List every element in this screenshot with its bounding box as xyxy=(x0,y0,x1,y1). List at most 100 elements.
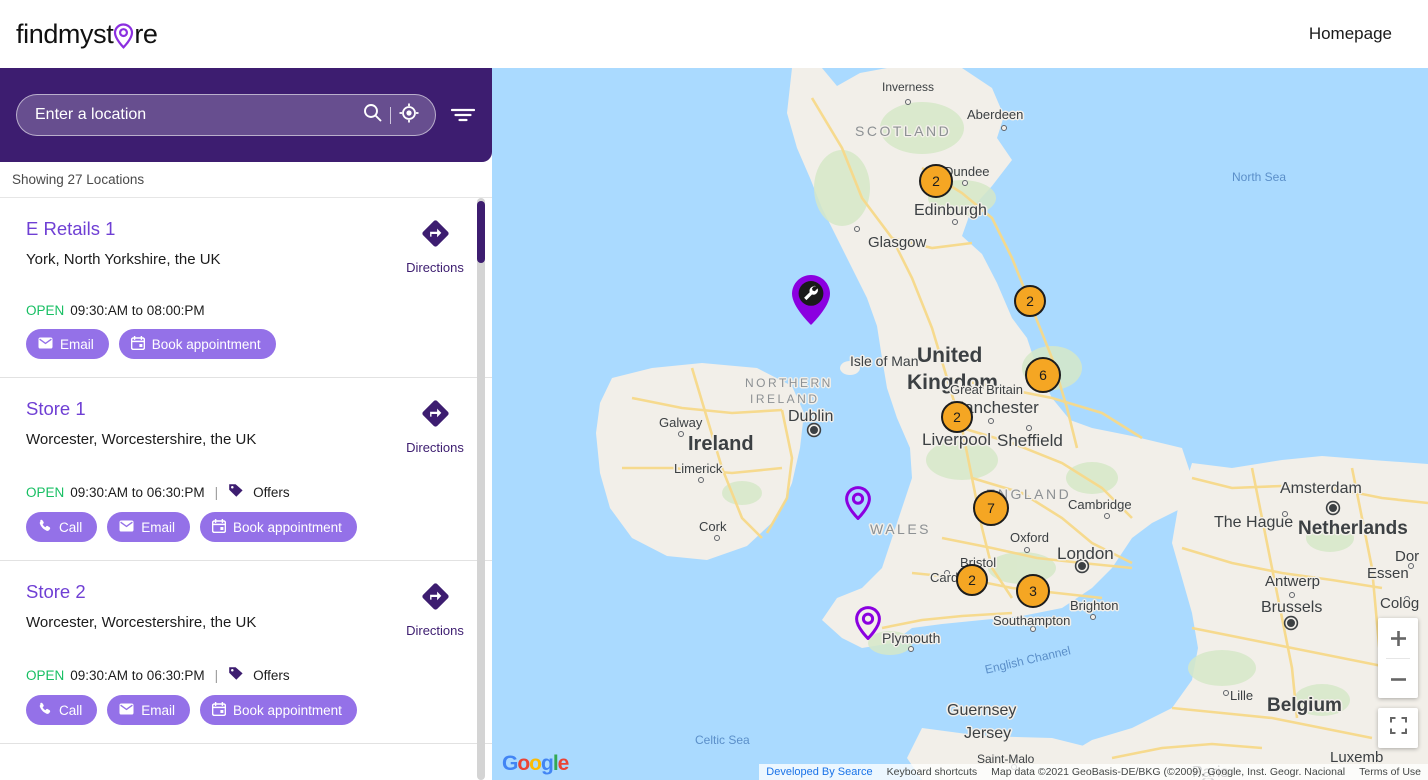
search-icon[interactable] xyxy=(363,103,382,127)
store-status-row: OPEN 09:30:AM to 06:30:PM | Offers xyxy=(26,483,480,501)
book-appointment-button[interactable]: Book appointment xyxy=(200,512,357,542)
store-pin[interactable] xyxy=(855,606,881,645)
map-label: Great Britain xyxy=(950,382,1023,397)
map-cluster-marker[interactable]: 3 xyxy=(1016,574,1050,608)
directions-button[interactable]: Directions xyxy=(390,398,480,455)
directions-button[interactable]: Directions xyxy=(390,581,480,638)
map-label: Brussels xyxy=(1261,599,1322,617)
map-label: Ireland xyxy=(688,433,754,456)
map-cluster-marker[interactable]: 2 xyxy=(956,564,988,596)
store-header: Store 2 Worcester, Worcestershire, the U… xyxy=(26,581,480,638)
store-name[interactable]: Store 1 xyxy=(26,398,256,420)
map-label: NORTHERN xyxy=(745,376,833,390)
email-icon xyxy=(119,520,134,535)
terms-of-use-link[interactable]: Terms of Use xyxy=(1352,764,1428,780)
email-button[interactable]: Email xyxy=(107,695,190,725)
keyboard-shortcuts-link[interactable]: Keyboard shortcuts xyxy=(880,764,984,780)
logo-text-right: re xyxy=(134,19,157,50)
call-button[interactable]: Call xyxy=(26,695,97,725)
map-label: Essen xyxy=(1367,565,1409,582)
directions-button[interactable]: Directions xyxy=(390,218,480,275)
current-location-icon[interactable] xyxy=(399,103,419,128)
store-hours: 09:30:AM to 08:00:PM xyxy=(70,303,204,318)
selected-store-pin[interactable] xyxy=(790,274,832,331)
map-label: London xyxy=(1057,544,1114,564)
map-city-dot xyxy=(905,99,911,105)
directions-label: Directions xyxy=(406,440,464,455)
store-name[interactable]: E Retails 1 xyxy=(26,218,221,240)
map-label: IRELAND xyxy=(750,392,820,406)
map-label: Guernsey xyxy=(947,702,1016,720)
zoom-controls xyxy=(1378,618,1418,698)
homepage-link[interactable]: Homepage xyxy=(1309,24,1392,44)
map-label: Lille xyxy=(1230,688,1253,703)
search-field[interactable] xyxy=(16,94,436,136)
status-badge: OPEN xyxy=(26,303,64,318)
map-cluster-marker[interactable]: 2 xyxy=(919,164,953,198)
map-city-dot xyxy=(908,646,914,652)
map-label: Isle of Man xyxy=(850,353,918,369)
directions-label: Directions xyxy=(406,260,464,275)
store-status-row: OPEN 09:30:AM to 08:00:PM xyxy=(26,303,480,318)
app-header: findmystre Homepage xyxy=(0,0,1428,68)
email-icon xyxy=(119,703,134,718)
map-label: Dublin xyxy=(788,408,833,426)
zoom-in-button[interactable] xyxy=(1378,618,1418,658)
sidebar-scrollbar-thumb[interactable] xyxy=(477,201,485,263)
sidebar-scrollbar[interactable] xyxy=(477,198,485,780)
map-cluster-marker[interactable]: 7 xyxy=(973,490,1009,526)
calendar-icon xyxy=(212,519,226,536)
store-list-item[interactable]: Store 1 Worcester, Worcestershire, the U… xyxy=(0,378,492,561)
filter-icon[interactable] xyxy=(450,102,476,128)
call-button[interactable]: Call xyxy=(26,512,97,542)
results-sidebar: Showing 27 Locations E Retails 1 York, N… xyxy=(0,68,492,780)
app-logo[interactable]: findmystre xyxy=(16,19,158,50)
map-label: Card xyxy=(930,570,958,585)
email-button[interactable]: Email xyxy=(107,512,190,542)
directions-diamond-icon xyxy=(422,583,449,615)
map-label: Southampton xyxy=(993,613,1070,628)
fullscreen-button[interactable] xyxy=(1378,708,1418,748)
map-canvas[interactable]: InvernessAberdeenSCOTLANDDundeeEdinburgh… xyxy=(492,68,1428,780)
store-info: Store 1 Worcester, Worcestershire, the U… xyxy=(26,398,256,448)
map-cluster-marker[interactable]: 2 xyxy=(941,401,973,433)
map-label: Oxford xyxy=(1010,530,1049,545)
button-label: Call xyxy=(59,520,82,535)
store-list-item[interactable]: Store 2 Worcester, Worcestershire, the U… xyxy=(0,561,492,744)
search-input[interactable] xyxy=(35,106,363,124)
status-badge: OPEN xyxy=(26,668,64,683)
store-name[interactable]: Store 2 xyxy=(26,581,256,603)
store-list[interactable]: E Retails 1 York, North Yorkshire, the U… xyxy=(0,198,492,780)
status-badge: OPEN xyxy=(26,485,64,500)
store-status-row: OPEN 09:30:AM to 06:30:PM | Offers xyxy=(26,666,480,684)
tag-icon xyxy=(228,483,244,501)
store-actions: Call Email Book appointment xyxy=(26,695,480,725)
map-city-dot xyxy=(678,431,684,437)
book-appointment-button[interactable]: Book appointment xyxy=(200,695,357,725)
zoom-out-button[interactable] xyxy=(1378,659,1418,699)
map-label: Limerick xyxy=(674,461,722,476)
map-label: Sheffield xyxy=(997,431,1063,451)
map-capital-dot xyxy=(1329,504,1337,512)
map-label: WALES xyxy=(870,521,931,537)
email-button[interactable]: Email xyxy=(26,329,109,359)
map-city-dot xyxy=(1223,690,1229,696)
button-label: Book appointment xyxy=(152,337,261,352)
offers-tag[interactable]: Offers xyxy=(228,483,290,501)
store-info: Store 2 Worcester, Worcestershire, the U… xyxy=(26,581,256,631)
map-city-dot xyxy=(854,226,860,232)
map-label: Dor xyxy=(1395,548,1419,565)
phone-icon xyxy=(38,702,52,719)
map-label: Netherlands xyxy=(1298,518,1408,540)
store-pin[interactable] xyxy=(845,486,871,525)
offers-tag[interactable]: Offers xyxy=(228,666,290,684)
map-cluster-marker[interactable]: 6 xyxy=(1025,357,1061,393)
map-capital-dot xyxy=(810,426,818,434)
book-appointment-button[interactable]: Book appointment xyxy=(119,329,276,359)
map-label: Inverness xyxy=(882,80,934,94)
map-city-dot xyxy=(1024,547,1030,553)
map-cluster-marker[interactable]: 2 xyxy=(1014,285,1046,317)
map-label: Jersey xyxy=(964,725,1011,743)
store-list-item[interactable]: E Retails 1 York, North Yorkshire, the U… xyxy=(0,198,492,378)
developed-by-link[interactable]: Developed By Searce xyxy=(759,764,879,780)
